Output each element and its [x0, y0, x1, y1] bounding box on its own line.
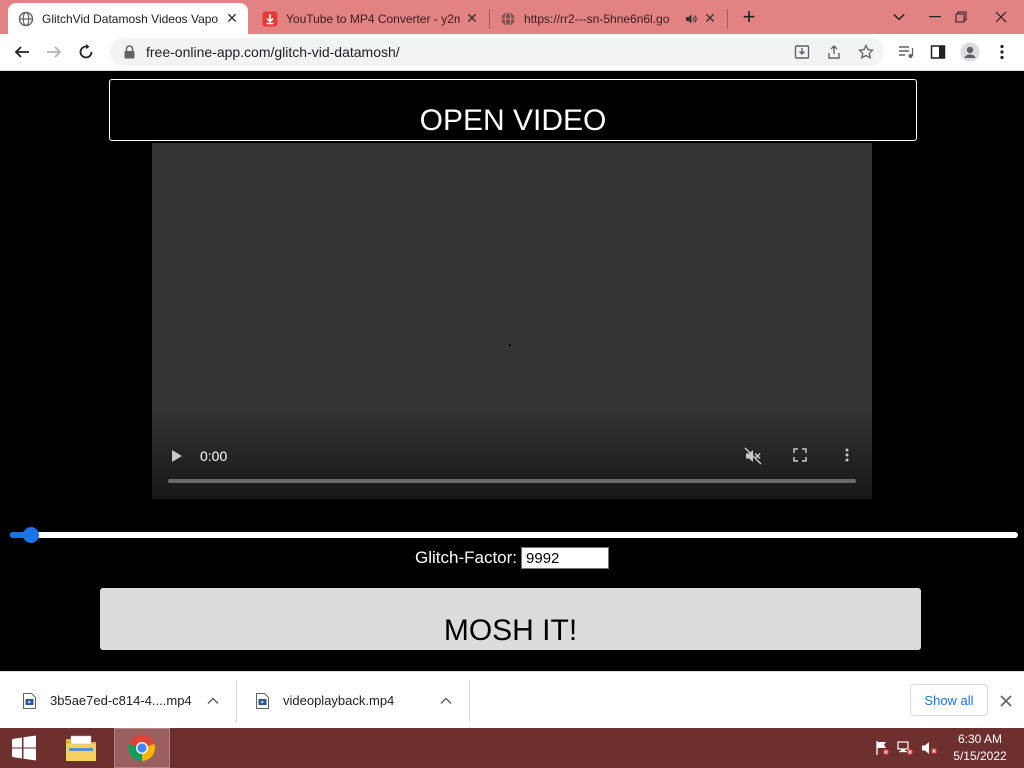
- download-favicon-icon: [262, 11, 278, 27]
- open-video-button[interactable]: OPEN VIDEO: [109, 79, 917, 141]
- glitch-factor-label: Glitch-Factor:: [414, 548, 518, 567]
- tab-strip: GlitchVid Datamosh Videos Vapo ✕ YouTube…: [0, 0, 1024, 34]
- tab-googlevideo[interactable]: https://rr2---sn-5hne6n6l.go ✕: [490, 3, 726, 34]
- file-explorer-icon[interactable]: [58, 728, 104, 768]
- tab-title: GlitchVid Datamosh Videos Vapo: [42, 11, 219, 26]
- network-icon[interactable]: [896, 738, 916, 758]
- video-time: 0:00: [200, 448, 228, 464]
- browser-toolbar: free-online-app.com/glitch-vid-datamosh/: [0, 34, 1024, 71]
- muted-speaker-icon[interactable]: [742, 445, 764, 467]
- globe-icon: [18, 11, 34, 27]
- url-text: free-online-app.com/glitch-vid-datamosh/: [146, 44, 400, 60]
- video-progress-bar[interactable]: [168, 479, 856, 483]
- forward-arrow-icon[interactable]: [40, 38, 68, 66]
- clock-time: 6:30 AM: [957, 732, 1003, 746]
- fullscreen-icon[interactable]: [791, 446, 809, 464]
- slider-thumb[interactable]: [23, 527, 40, 543]
- close-icon[interactable]: [996, 691, 1016, 711]
- share-icon[interactable]: [820, 38, 848, 66]
- chevron-up-icon[interactable]: [205, 693, 221, 709]
- tab-title: YouTube to MP4 Converter - y2m: [286, 11, 460, 26]
- tab-search-chevron-icon[interactable]: [882, 0, 916, 34]
- video-frame-speck: [509, 344, 511, 346]
- side-panel-icon[interactable]: [924, 38, 952, 66]
- show-all-button[interactable]: Show all: [910, 684, 988, 716]
- action-center-flag-icon[interactable]: [872, 738, 892, 758]
- taskbar: 6:30 AM 5/15/2022: [0, 728, 1024, 768]
- tab-glitchvid[interactable]: GlitchVid Datamosh Videos Vapo ✕: [8, 3, 248, 34]
- profile-avatar-icon[interactable]: [956, 38, 984, 66]
- download-filename: videoplayback.mp4: [283, 693, 395, 708]
- download-filename: 3b5ae7ed-c814-4....mp4: [50, 693, 192, 708]
- video-player[interactable]: 0:00: [152, 143, 872, 499]
- close-tab-icon[interactable]: ✕: [464, 10, 480, 27]
- video-file-icon: [255, 692, 269, 709]
- volume-muted-icon[interactable]: [920, 738, 940, 758]
- download-item[interactable]: videoplayback.mp4: [255, 672, 465, 729]
- new-tab-button[interactable]: +: [735, 4, 763, 29]
- close-tab-icon[interactable]: ✕: [702, 10, 718, 27]
- reload-icon[interactable]: [72, 38, 100, 66]
- globe-icon: [500, 11, 516, 27]
- tab-separator: [727, 9, 728, 29]
- tab-title: https://rr2---sn-5hne6n6l.go: [524, 11, 670, 26]
- tab-y2mate[interactable]: YouTube to MP4 Converter - y2m ✕: [252, 3, 488, 34]
- shelf-separator: [469, 680, 470, 722]
- speaker-icon[interactable]: [684, 12, 698, 26]
- video-more-options-icon[interactable]: [838, 446, 856, 464]
- mosh-it-button[interactable]: MOSH IT!: [100, 588, 921, 650]
- play-icon[interactable]: [168, 447, 186, 465]
- chevron-up-icon[interactable]: [438, 693, 454, 709]
- glitch-slider[interactable]: [10, 527, 1018, 543]
- video-file-icon: [22, 692, 36, 709]
- lock-icon[interactable]: [122, 45, 136, 59]
- video-controls-overlay: [152, 409, 872, 499]
- close-window-icon[interactable]: [984, 0, 1018, 34]
- install-app-icon[interactable]: [788, 38, 816, 66]
- download-item[interactable]: 3b5ae7ed-c814-4....mp4: [22, 672, 232, 729]
- page-content: OPEN VIDEO 0:00 Glitch-Factor: MOSH IT!: [0, 71, 1024, 671]
- chrome-taskbar-icon[interactable]: [114, 728, 170, 768]
- media-controls-icon[interactable]: [892, 38, 920, 66]
- taskbar-clock[interactable]: 6:30 AM 5/15/2022: [944, 731, 1016, 765]
- restore-icon[interactable]: [944, 0, 978, 34]
- close-tab-icon[interactable]: ✕: [224, 10, 240, 27]
- glitch-factor-input[interactable]: [521, 547, 610, 569]
- kebab-menu-icon[interactable]: [988, 38, 1016, 66]
- glitch-factor-row: Glitch-Factor:: [0, 547, 1024, 569]
- back-arrow-icon[interactable]: [8, 38, 36, 66]
- shelf-separator: [236, 680, 237, 722]
- bookmark-star-icon[interactable]: [852, 38, 880, 66]
- address-bar[interactable]: free-online-app.com/glitch-vid-datamosh/: [110, 38, 884, 66]
- slider-track: [10, 532, 1018, 538]
- download-shelf: 3b5ae7ed-c814-4....mp4 videoplayback.mp4…: [0, 671, 1024, 728]
- clock-date: 5/15/2022: [953, 749, 1007, 763]
- windows-start-icon[interactable]: [0, 728, 48, 768]
